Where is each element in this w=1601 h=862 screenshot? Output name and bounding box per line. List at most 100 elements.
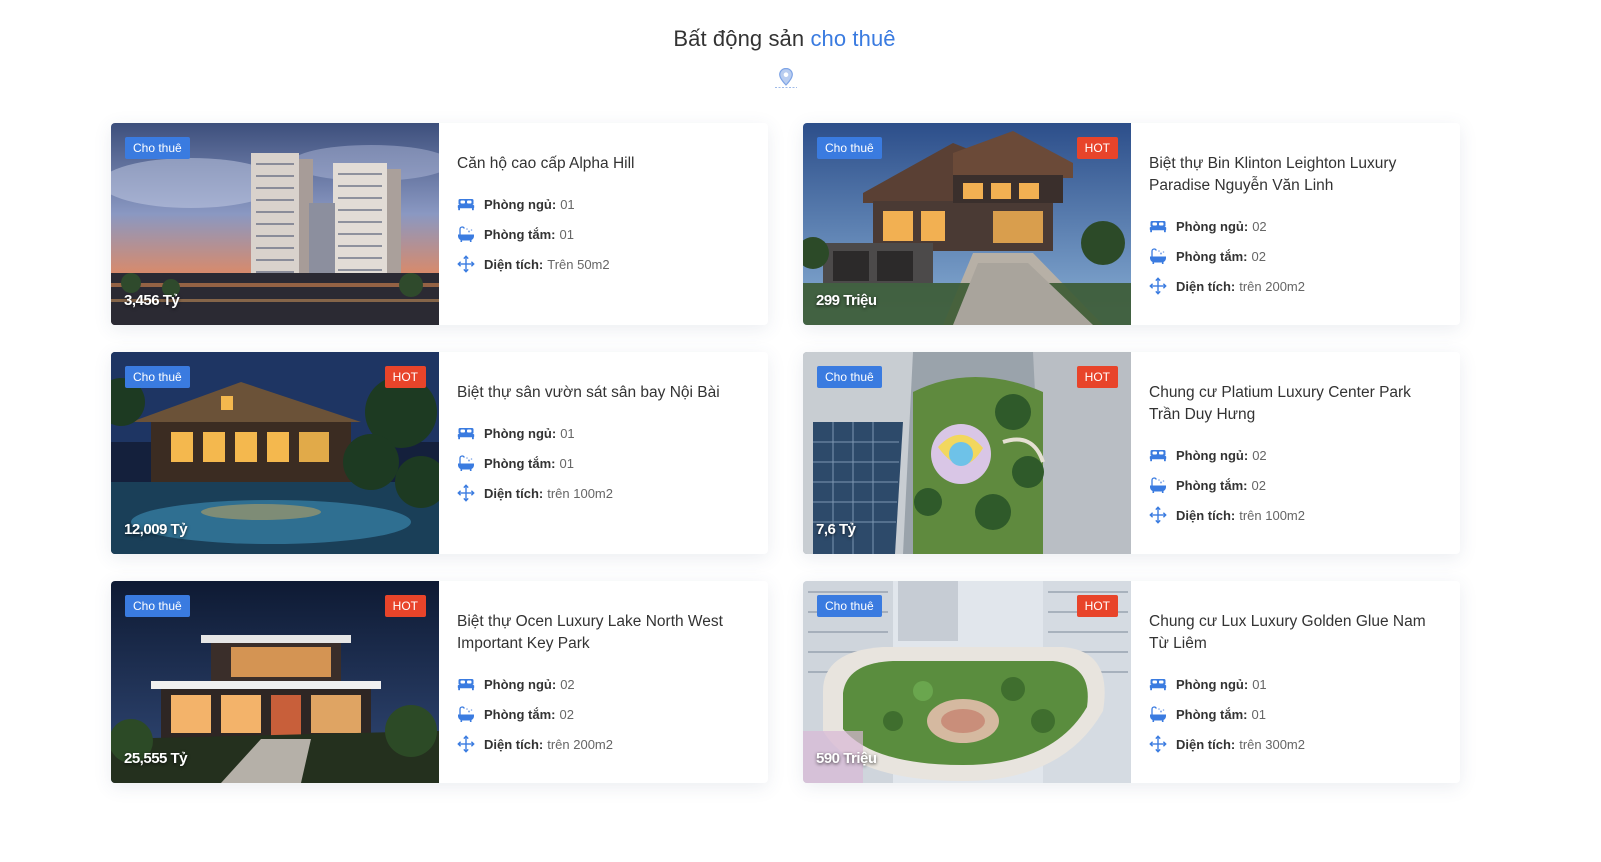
listing-card[interactable]: Cho thuê 3,456 Tỷ Căn hộ cao cấp Alpha H… <box>111 123 768 325</box>
bed-icon <box>457 679 475 691</box>
for-rent-badge: Cho thuê <box>125 366 190 388</box>
bedroom-label: Phòng ngủ: <box>484 676 557 692</box>
bathroom-label: Phòng tắm: <box>1176 706 1248 722</box>
area-row: Diện tích: trên 300m2 <box>1149 729 1444 759</box>
hot-badge: HOT <box>384 595 426 617</box>
listing-title[interactable]: Chung cư Lux Luxury Golden Glue Nam Từ L… <box>1149 611 1444 655</box>
bed-icon <box>1149 679 1167 691</box>
listing-grid: Cho thuê 3,456 Tỷ Căn hộ cao cấp Alpha H… <box>111 123 1460 783</box>
listing-card[interactable]: Cho thuê HOT 299 Triệu Biệt thự Bin Klin… <box>803 123 1460 325</box>
listing-image[interactable]: Cho thuê HOT 12,009 Tỷ <box>111 352 439 554</box>
section-title-main: Bất động sản <box>673 26 805 51</box>
listing-card[interactable]: Cho thuê HOT 12,009 Tỷ Biệt thự sân vườn… <box>111 352 768 554</box>
area-value: Trên 50m2 <box>547 256 610 272</box>
listing-title[interactable]: Căn hộ cao cấp Alpha Hill <box>457 153 752 175</box>
listing-price: 7,6 Tỷ <box>816 521 856 538</box>
listing-info: Chung cư Lux Luxury Golden Glue Nam Từ L… <box>1131 581 1460 783</box>
bedroom-value: 01 <box>560 196 575 212</box>
listing-price: 299 Triệu <box>816 292 877 309</box>
bedroom-row: Phòng ngủ: 02 <box>457 669 752 699</box>
bedroom-value: 02 <box>1252 447 1267 463</box>
listing-image[interactable]: Cho thuê HOT 7,6 Tỷ <box>803 352 1131 554</box>
bathtub-icon <box>1150 706 1166 722</box>
area-row: Diện tích: trên 200m2 <box>457 729 752 759</box>
bathroom-value: 01 <box>559 226 574 242</box>
hot-badge: HOT <box>1076 595 1118 617</box>
area-row: Diện tích: trên 100m2 <box>1149 500 1444 530</box>
listing-image[interactable]: Cho thuê HOT 25,555 Tỷ <box>111 581 439 783</box>
area-value: trên 200m2 <box>1239 278 1305 294</box>
listing-price: 590 Triệu <box>816 750 877 767</box>
area-row: Diện tích: trên 100m2 <box>457 478 752 508</box>
listing-info: Căn hộ cao cấp Alpha Hill Phòng ngủ: 01 <box>439 123 768 325</box>
listing-card[interactable]: Cho thuê HOT 590 Triệu Chung cư Lux Luxu… <box>803 581 1460 783</box>
bedroom-row: Phòng ngủ: 01 <box>1149 669 1444 699</box>
listing-title[interactable]: Biệt thự Bin Klinton Leighton Luxury Par… <box>1149 153 1444 197</box>
for-rent-badge: Cho thuê <box>817 366 882 388</box>
listing-card[interactable]: Cho thuê HOT 7,6 Tỷ Chung cư Platium Lux… <box>803 352 1460 554</box>
bathroom-row: Phòng tắm: 02 <box>457 699 752 729</box>
bathroom-label: Phòng tắm: <box>484 226 556 242</box>
for-rent-badge: Cho thuê <box>817 595 882 617</box>
listing-info: Biệt thự sân vườn sát sân bay Nội Bài Ph… <box>439 352 768 554</box>
listing-info: Chung cư Platium Luxury Center Park Trần… <box>1131 352 1460 554</box>
for-rent-badge: Cho thuê <box>817 137 882 159</box>
move-arrows-icon <box>457 735 475 753</box>
bedroom-row: Phòng ngủ: 02 <box>1149 211 1444 241</box>
bathtub-icon <box>458 226 474 242</box>
listing-info: Biệt thự Bin Klinton Leighton Luxury Par… <box>1131 123 1460 325</box>
bathroom-row: Phòng tắm: 02 <box>1149 241 1444 271</box>
bathroom-row: Phòng tắm: 02 <box>1149 470 1444 500</box>
hot-badge: HOT <box>1076 137 1118 159</box>
listing-title[interactable]: Chung cư Platium Luxury Center Park Trần… <box>1149 382 1444 426</box>
listing-image[interactable]: Cho thuê HOT 590 Triệu <box>803 581 1131 783</box>
bathtub-icon <box>1150 477 1166 493</box>
area-value: trên 200m2 <box>547 736 613 752</box>
bedroom-label: Phòng ngủ: <box>484 425 557 441</box>
bathroom-value: 02 <box>1251 477 1266 493</box>
bathroom-row: Phòng tắm: 01 <box>457 448 752 478</box>
listing-card[interactable]: Cho thuê HOT 25,555 Tỷ Biệt thự Ocen Lux… <box>111 581 768 783</box>
listing-price: 3,456 Tỷ <box>124 292 180 309</box>
move-arrows-icon <box>1149 735 1167 753</box>
bathroom-value: 02 <box>559 706 574 722</box>
move-arrows-icon <box>457 255 475 273</box>
bedroom-label: Phòng ngủ: <box>1176 676 1249 692</box>
bathroom-label: Phòng tắm: <box>484 706 556 722</box>
listing-title[interactable]: Biệt thự Ocen Luxury Lake North West Imp… <box>457 611 752 655</box>
section-title-accent: cho thuê <box>810 26 896 51</box>
bedroom-row: Phòng ngủ: 02 <box>1149 440 1444 470</box>
bathroom-value: 01 <box>559 455 574 471</box>
area-value: trên 100m2 <box>547 485 613 501</box>
area-label: Diện tích: <box>484 485 544 501</box>
bathtub-icon <box>458 706 474 722</box>
area-value: trên 300m2 <box>1239 736 1305 752</box>
bedroom-row: Phòng ngủ: 01 <box>457 418 752 448</box>
area-row: Diện tích: trên 200m2 <box>1149 271 1444 301</box>
listing-info: Biệt thự Ocen Luxury Lake North West Imp… <box>439 581 768 783</box>
area-label: Diện tích: <box>1176 507 1236 523</box>
move-arrows-icon <box>1149 277 1167 295</box>
listing-image[interactable]: Cho thuê HOT 299 Triệu <box>803 123 1131 325</box>
bathroom-row: Phòng tắm: 01 <box>457 219 752 249</box>
bedroom-label: Phòng ngủ: <box>484 196 557 212</box>
bedroom-label: Phòng ngủ: <box>1176 447 1249 463</box>
move-arrows-icon <box>1149 506 1167 524</box>
listing-title[interactable]: Biệt thự sân vườn sát sân bay Nội Bài <box>457 382 752 404</box>
for-rent-badge: Cho thuê <box>125 137 190 159</box>
bed-icon <box>457 199 475 211</box>
area-label: Diện tích: <box>484 736 544 752</box>
bathtub-icon <box>458 455 474 471</box>
bed-icon <box>1149 450 1167 462</box>
for-rent-badge: Cho thuê <box>125 595 190 617</box>
hot-badge: HOT <box>1076 366 1118 388</box>
map-pin-icon <box>775 67 797 88</box>
area-label: Diện tích: <box>1176 278 1236 294</box>
bedroom-label: Phòng ngủ: <box>1176 218 1249 234</box>
listing-image[interactable]: Cho thuê 3,456 Tỷ <box>111 123 439 325</box>
section-title: Bất động sản cho thuê <box>0 26 1569 52</box>
hot-badge: HOT <box>384 366 426 388</box>
area-label: Diện tích: <box>484 256 544 272</box>
move-arrows-icon <box>457 484 475 502</box>
bathroom-label: Phòng tắm: <box>1176 477 1248 493</box>
